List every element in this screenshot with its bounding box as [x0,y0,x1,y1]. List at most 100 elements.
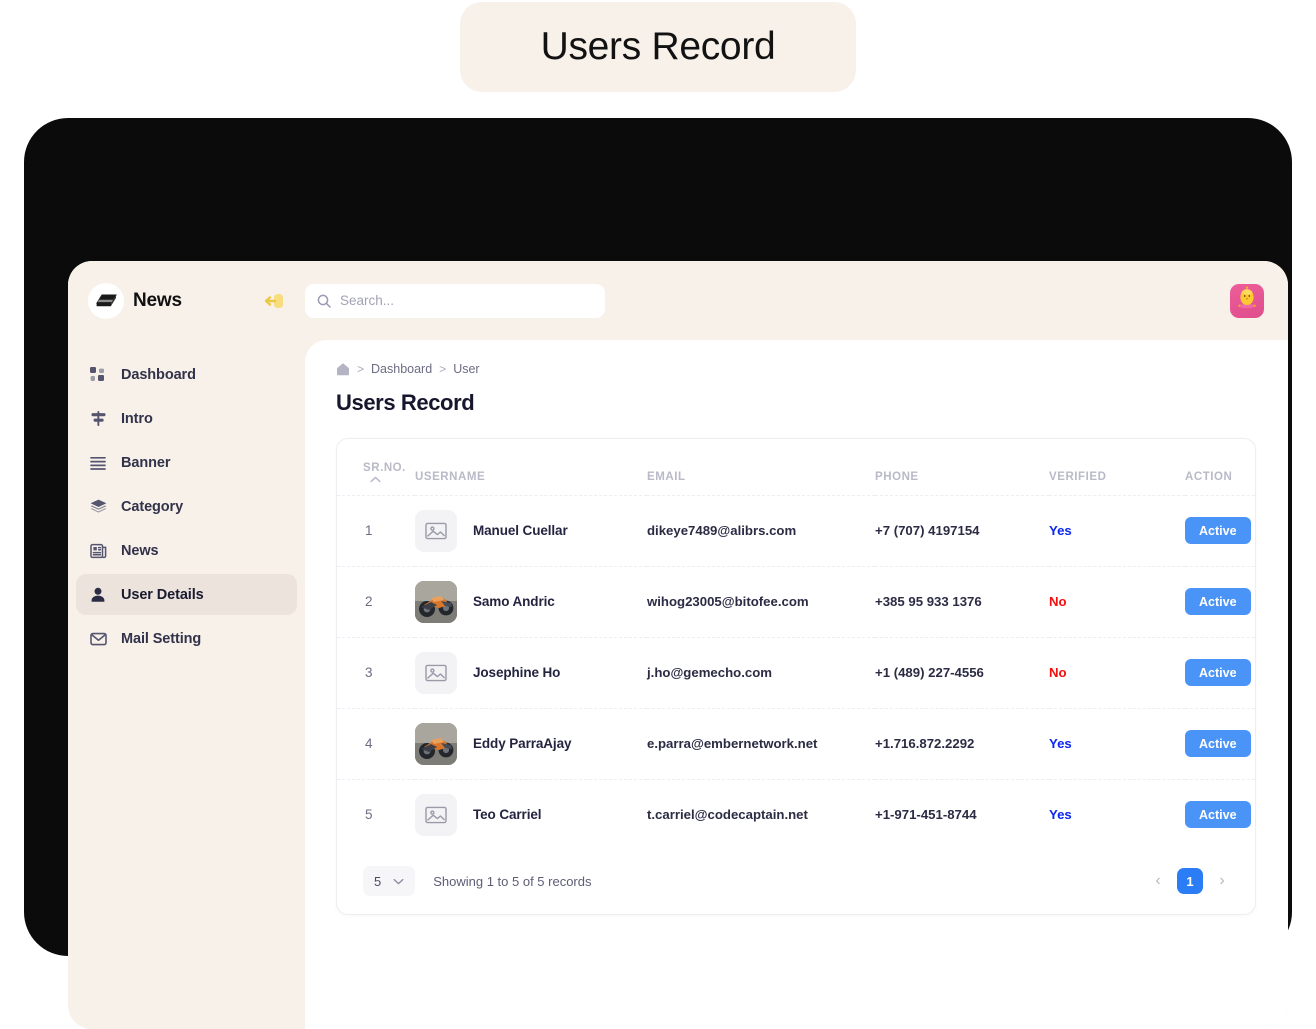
sidebar-item-label: Category [121,498,184,515]
table-row: 5 Teo Carriel t.carriel@codecaptain.net … [337,779,1255,850]
previous-page-button[interactable]: ‹ [1147,868,1169,894]
status-button[interactable]: Active [1185,588,1251,615]
envelope-icon [88,629,108,649]
table-header-row: SR.NO. USERNAME EMAIL PHONE VERIFIED ACT… [337,439,1255,496]
header-title-text: Users Record [540,25,776,68]
table-row: 4 Eddy ParraAjay e.parra@embernetwork.ne… [337,708,1255,779]
column-header-sr-no-label: SR.NO. [363,461,406,474]
avatar[interactable] [1230,283,1264,318]
cell-username: Teo Carriel [415,779,647,850]
cell-sr-no: 1 [365,523,373,538]
breadcrumb: > Dashboard > User [336,360,1256,378]
cell-username: Manuel Cuellar [415,495,647,566]
newspaper-icon [88,541,108,561]
cell-verified: No [1049,566,1185,637]
sidebar-item-news[interactable]: News [76,530,297,571]
sidebar-brand[interactable]: News [68,261,305,340]
column-header-username[interactable]: USERNAME [415,439,647,496]
sidebar-item-user-details[interactable]: User Details [76,574,297,615]
table-head: SR.NO. USERNAME EMAIL PHONE VERIFIED ACT… [337,439,1255,496]
app-screen: News Dashboard Intro Banner Category New… [68,261,1288,1029]
column-header-email[interactable]: EMAIL [647,439,875,496]
rows-per-page-select[interactable]: 5 [363,866,416,896]
cell-action: Active [1185,779,1255,850]
username-text: Josephine Ho [473,665,561,680]
collapse-arrow-icon[interactable] [261,288,287,314]
home-icon[interactable] [336,362,350,376]
sidebar-nav: Dashboard Intro Banner Category News Use… [68,354,305,659]
status-button[interactable]: Active [1185,801,1251,829]
cell-phone: +7 (707) 4197154 [875,523,980,538]
cell-action: Active [1185,637,1255,708]
column-header-action: ACTION [1185,439,1255,496]
sidebar-item-label: Mail Setting [121,630,202,647]
verified-status: No [1049,594,1067,609]
search-input[interactable] [340,293,593,308]
users-table: SR.NO. USERNAME EMAIL PHONE VERIFIED ACT… [337,439,1255,850]
status-button[interactable]: Active [1185,517,1251,544]
cell-verified: No [1049,637,1185,708]
breadcrumb-item-user[interactable]: User [453,362,479,376]
column-header-verified[interactable]: VERIFIED [1049,439,1185,496]
username-text: Samo Andric [473,594,555,609]
breadcrumb-separator: > [357,362,365,376]
status-button[interactable]: Active [1185,659,1251,686]
cell-email: dikeye7489@alibrs.com [647,523,797,538]
sidebar-item-dashboard[interactable]: Dashboard [76,354,297,395]
cell-action: Active [1185,495,1255,566]
cell-sr-no: 3 [365,665,373,680]
layers-icon [88,497,108,517]
sidebar-item-label: Banner [121,454,171,471]
search-icon [317,294,331,308]
cell-phone: +1-971-451-8744 [875,807,977,823]
cell-phone: +1.716.872.2292 [875,736,975,751]
pagination: ‹ 1 › [1147,868,1233,894]
topbar [305,261,1288,340]
sidebar-item-mail-setting[interactable]: Mail Setting [76,618,297,659]
cell-email: e.parra@embernetwork.net [647,736,818,751]
sidebar: News Dashboard Intro Banner Category New… [68,261,305,1029]
users-table-card: SR.NO. USERNAME EMAIL PHONE VERIFIED ACT… [336,438,1256,915]
signpost-icon [88,409,108,429]
chevron-down-icon [393,878,404,885]
table-footer: 5 Showing 1 to 5 of 5 records ‹ 1 › [337,850,1255,914]
sidebar-item-intro[interactable]: Intro [76,398,297,439]
sort-ascending-icon[interactable] [363,476,415,483]
cell-sr-no: 4 [365,736,373,751]
chick-avatar-icon [1234,285,1260,316]
cell-username: Eddy ParraAjay [415,708,647,779]
sidebar-item-banner[interactable]: Banner [76,442,297,483]
sidebar-item-label: User Details [121,586,204,603]
page-number-button[interactable]: 1 [1177,868,1203,894]
verified-status: Yes [1049,736,1072,751]
lines-icon [88,453,108,473]
table-row: 1 Manuel Cuellar dikeye7489@alibrs.com +… [337,495,1255,566]
cell-phone: +385 95 933 1376 [875,594,982,609]
next-page-button[interactable]: › [1211,868,1233,894]
sidebar-item-category[interactable]: Category [76,486,297,527]
user-photo [415,580,457,623]
showing-records-text: Showing 1 to 5 of 5 records [433,873,592,889]
cell-action: Active [1185,708,1255,779]
column-header-sr-no[interactable]: SR.NO. [337,439,415,496]
sidebar-item-label: Dashboard [121,366,196,383]
cell-sr-no: 5 [365,807,373,823]
user-icon [88,585,108,605]
cell-verified: Yes [1049,708,1185,779]
search-box[interactable] [305,283,605,318]
cell-verified: Yes [1049,495,1185,566]
cell-phone: +1 (489) 227-4556 [875,665,984,680]
column-header-phone[interactable]: PHONE [875,439,1049,496]
cell-email: wihog23005@bitofee.com [647,594,809,609]
username-text: Manuel Cuellar [473,523,568,538]
image-placeholder-icon [415,793,457,836]
breadcrumb-item-dashboard[interactable]: Dashboard [371,362,432,376]
grid-icon [88,365,108,385]
cell-username: Josephine Ho [415,637,647,708]
content-panel: > Dashboard > User Users Record SR.NO. U… [305,340,1288,1029]
sidebar-item-label: News [121,542,159,559]
username-text: Eddy ParraAjay [473,736,572,751]
rows-per-page-value: 5 [374,873,382,889]
status-button[interactable]: Active [1185,730,1251,757]
table-body: 1 Manuel Cuellar dikeye7489@alibrs.com +… [337,495,1255,850]
